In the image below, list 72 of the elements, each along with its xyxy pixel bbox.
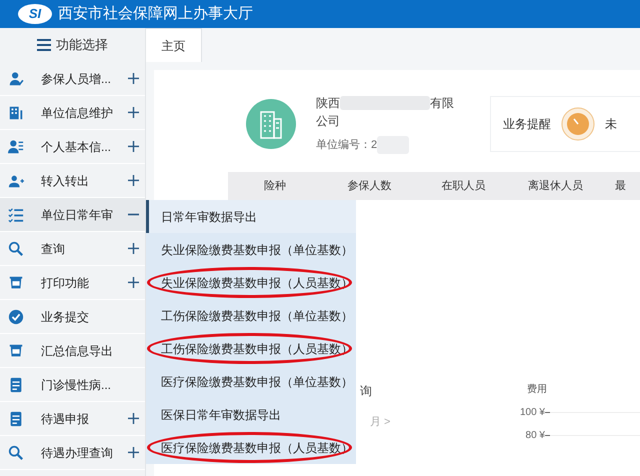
company-name: 陕西	[316, 95, 340, 112]
document-icon	[8, 410, 24, 426]
printer-icon	[8, 342, 24, 358]
checklist-icon	[8, 206, 24, 222]
search-icon	[8, 444, 24, 460]
reminder-label: 业务提醒	[503, 116, 551, 133]
sidebar-item-label: 单位日常年审	[41, 206, 114, 224]
plus-icon[interactable]	[128, 447, 139, 458]
axis-tick	[545, 412, 550, 413]
search-icon	[8, 240, 24, 256]
tab[interactable]: 主页	[146, 28, 202, 62]
sidebar-item[interactable]: 查询	[0, 232, 145, 266]
sidebar-item[interactable]: 参保人员增...	[0, 62, 145, 96]
submenu-item[interactable]: 工伤保险缴费基数申报（单位基数）	[146, 299, 356, 332]
company-name: 公司	[316, 113, 341, 130]
company-name: 有限	[430, 95, 454, 112]
reminder-status: 未	[605, 116, 617, 133]
unit-number: 单位编号：2	[316, 138, 378, 153]
sidebar-item-label: 门诊慢性病...	[41, 376, 112, 394]
plus-icon[interactable]	[128, 243, 139, 254]
sidebar-item[interactable]: 待遇申报	[0, 402, 145, 436]
column-header: 离退休人员	[527, 178, 584, 194]
building-icon	[8, 104, 24, 120]
plus-icon[interactable]	[128, 413, 139, 424]
document-icon	[8, 376, 24, 392]
sidebar-item-label: 个人基本信...	[41, 138, 112, 156]
menu-icon[interactable]	[37, 39, 51, 51]
submenu-item[interactable]: 日常年审数据导出	[146, 200, 356, 233]
sidebar-item[interactable]: 单位信息维护	[0, 96, 145, 130]
submenu-item[interactable]: 医疗保险缴费基数申报（单位基数）	[146, 365, 356, 398]
column-header: 在职人员	[440, 178, 486, 194]
sidebar-item-label: 打印功能	[41, 274, 90, 292]
site-title: 西安市社会保障网上办事大厅	[58, 4, 253, 24]
person-add-icon	[8, 172, 24, 188]
person-edit-icon	[8, 70, 24, 86]
plus-icon[interactable]	[128, 141, 139, 152]
submenu-item[interactable]: 医保日常年审数据导出	[146, 398, 356, 431]
sidebar-item[interactable]: 打印功能	[0, 266, 145, 300]
logo: SI	[18, 4, 52, 24]
column-header: 参保人数	[346, 178, 392, 194]
sidebar-title: 功能选择	[56, 36, 108, 54]
plus-icon[interactable]	[128, 175, 139, 186]
sidebar-item-label: 参保人员增...	[41, 70, 112, 88]
sidebar-item-label: 业务提交	[41, 308, 90, 326]
sidebar-item[interactable]: 待遇办理查询	[0, 436, 145, 470]
sidebar-item-label: 待遇申报	[41, 410, 90, 428]
printer-icon	[8, 274, 24, 290]
sidebar-item[interactable]: 汇总信息导出	[0, 334, 145, 368]
sidebar-item-label: 查询	[41, 240, 66, 258]
sidebar-item-label: 单位信息维护	[41, 104, 114, 122]
sidebar-item[interactable]: 门诊慢性病...	[0, 368, 145, 402]
check-circle-icon	[8, 308, 24, 324]
plus-icon[interactable]	[128, 73, 139, 84]
column-header: 最	[614, 178, 627, 194]
plus-icon[interactable]	[128, 107, 139, 118]
sidebar-item-label: 转入转出	[41, 172, 90, 190]
axis-tick-label: 100 ¥	[518, 406, 545, 420]
column-header: 险种	[263, 178, 288, 194]
axis-tick-label: 80 ¥	[524, 429, 545, 443]
axis-tick	[545, 435, 550, 436]
clock-icon	[561, 107, 595, 141]
person-list-icon	[8, 138, 24, 154]
submenu-item[interactable]: 失业保险缴费基数申报（单位基数）	[146, 233, 356, 266]
sidebar-item-label: 待遇办理查询	[41, 444, 114, 462]
sidebar-item[interactable]: 单位日常年审	[0, 198, 145, 232]
sidebar-item-label: 汇总信息导出	[41, 342, 114, 360]
sidebar-item[interactable]: 个人基本信...	[0, 130, 145, 164]
chart-title: 费用	[527, 382, 548, 397]
building-icon	[246, 99, 296, 149]
panel-title: 询	[360, 383, 373, 400]
plus-icon[interactable]	[128, 277, 139, 288]
sidebar-item[interactable]: 业务提交	[0, 300, 145, 334]
